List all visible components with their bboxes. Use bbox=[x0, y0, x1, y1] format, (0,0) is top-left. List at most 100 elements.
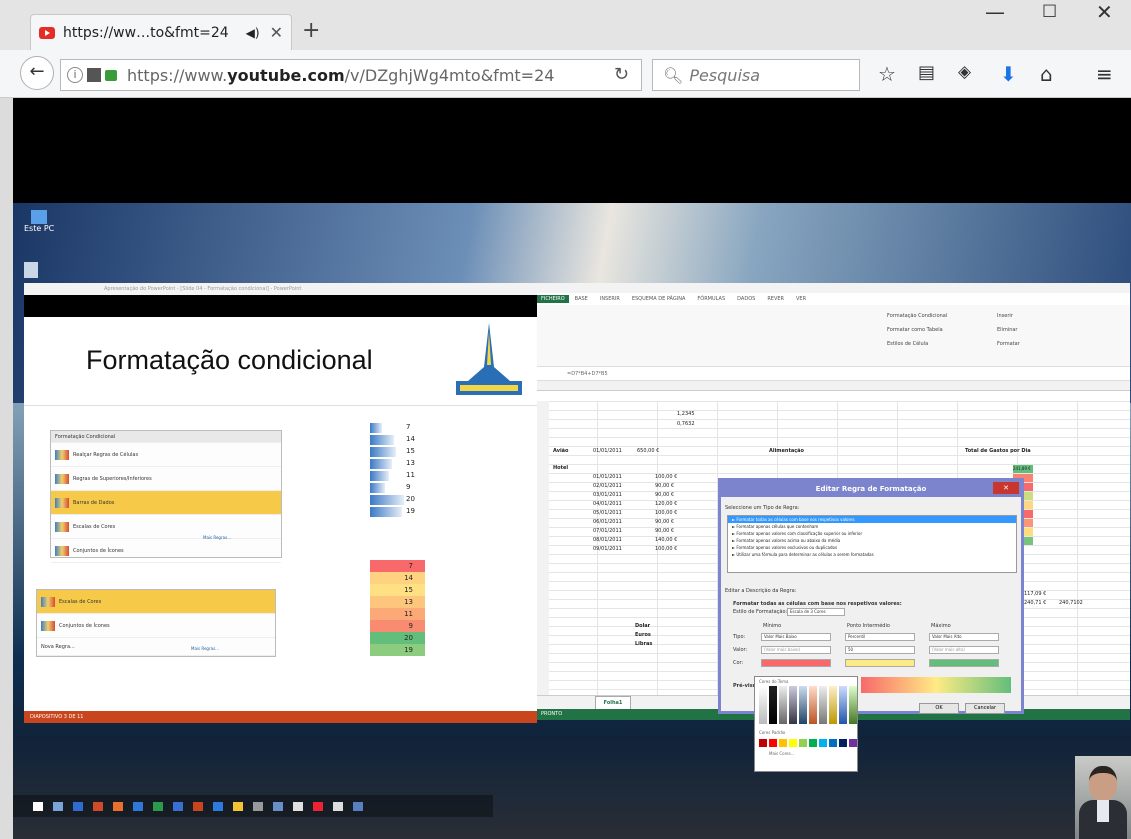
style-select[interactable]: Escala de 3 Cores bbox=[787, 608, 845, 616]
cell[interactable]: Dolar bbox=[635, 623, 650, 629]
cell[interactable]: 90,00 € bbox=[655, 528, 674, 534]
cell[interactable]: 100,00 € bbox=[655, 510, 677, 516]
tab-home[interactable]: BASE bbox=[575, 296, 588, 302]
cell[interactable]: 140,00 € bbox=[655, 537, 677, 543]
taskbar-app-icon[interactable] bbox=[353, 801, 363, 811]
cond-format-button[interactable]: Formatação Condicional bbox=[887, 313, 947, 319]
taskbar-app-icon[interactable] bbox=[153, 801, 163, 811]
cell[interactable]: 90,00 € bbox=[655, 492, 674, 498]
rule-type-item[interactable]: ► Formatar todas as células com base nos… bbox=[728, 516, 1016, 523]
window-close-icon[interactable]: ✕ bbox=[1096, 0, 1113, 24]
cell[interactable]: 100,00 € bbox=[655, 474, 677, 480]
rule-type-item[interactable]: ► Formatar apenas valores acima ou abaix… bbox=[728, 537, 1016, 544]
cell[interactable]: 08/01/2011 bbox=[593, 537, 622, 543]
cell[interactable]: 1,2345 bbox=[677, 411, 695, 417]
menu-item-colorscales-2[interactable]: Escalas de Cores bbox=[37, 590, 275, 614]
tab-data[interactable]: DADOS bbox=[737, 296, 755, 302]
green-cell[interactable]: 241,89 € bbox=[1013, 465, 1033, 473]
speaker-icon[interactable]: ◀) bbox=[246, 26, 260, 40]
maximize-icon[interactable]: ☐ bbox=[1042, 2, 1057, 22]
cell[interactable]: 120,00 € bbox=[655, 501, 677, 507]
cell[interactable]: 05/01/2011 bbox=[593, 510, 622, 516]
menu-item-newrule[interactable]: Nova Regra... bbox=[37, 638, 275, 656]
taskbar-app-icon[interactable] bbox=[173, 801, 183, 811]
rule-type-item[interactable]: ► Utilizar uma fórmula para determinar a… bbox=[728, 551, 1016, 558]
taskbar-app-icon[interactable] bbox=[53, 801, 63, 811]
cell[interactable]: Euros bbox=[635, 632, 651, 638]
insert-button[interactable]: Inserir bbox=[997, 313, 1013, 319]
cell[interactable]: 90,00 € bbox=[655, 519, 674, 525]
formula-bar[interactable]: =D7*B4+D7*B5 bbox=[537, 367, 1130, 381]
menu-icon[interactable]: ≡ bbox=[1096, 62, 1113, 86]
max-value-input[interactable]: (Valor mais alto) bbox=[929, 646, 999, 654]
mid-value-input[interactable]: 50 bbox=[845, 646, 915, 654]
tab-review[interactable]: REVER bbox=[767, 296, 784, 302]
cell[interactable]: 240,71 € bbox=[1024, 600, 1046, 606]
cell[interactable]: 01/01/2011 bbox=[593, 448, 622, 454]
max-color-picker[interactable] bbox=[929, 659, 999, 667]
cell[interactable]: Alimentação bbox=[769, 448, 804, 454]
menu-item-colorscales[interactable]: Escalas de Cores bbox=[51, 515, 281, 539]
cell[interactable]: 06/01/2011 bbox=[593, 519, 622, 525]
min-color-picker[interactable] bbox=[761, 659, 831, 667]
cell[interactable]: 650,00 € bbox=[637, 448, 659, 454]
taskbar-app-icon[interactable] bbox=[293, 801, 303, 811]
taskbar-app-icon[interactable] bbox=[213, 801, 223, 811]
standard-color-row[interactable] bbox=[759, 739, 857, 747]
delete-button[interactable]: Eliminar bbox=[997, 327, 1018, 333]
cell[interactable]: 240,7102 bbox=[1059, 600, 1083, 606]
taskbar-app-icon[interactable] bbox=[193, 801, 203, 811]
start-icon[interactable] bbox=[33, 801, 43, 811]
menu-item-iconsets-2[interactable]: Conjuntos de Ícones bbox=[37, 614, 275, 638]
taskbar-app-icon[interactable] bbox=[73, 801, 83, 811]
menu-item-highlight[interactable]: Realçar Regras de Células bbox=[51, 443, 281, 467]
format-table-button[interactable]: Formatar como Tabela bbox=[887, 327, 943, 333]
download-icon[interactable]: ⬇ bbox=[1000, 62, 1017, 86]
rule-type-item[interactable]: ► Formatar apenas valores exclusivos ou … bbox=[728, 544, 1016, 551]
cell[interactable]: Libras bbox=[635, 641, 652, 647]
more-rules-link[interactable]: Mais Regras... bbox=[203, 535, 231, 540]
cell[interactable]: 02/01/2011 bbox=[593, 483, 622, 489]
cell[interactable]: Avião bbox=[553, 448, 568, 454]
cell[interactable]: 0,7632 bbox=[677, 421, 695, 427]
tab-insert[interactable]: INSERIR bbox=[600, 296, 620, 302]
cell[interactable]: 04/01/2011 bbox=[593, 501, 622, 507]
more-rules-link-2[interactable]: Mais Regras... bbox=[191, 646, 219, 651]
minimize-icon[interactable]: — bbox=[985, 0, 1005, 24]
cell[interactable]: 100,00 € bbox=[655, 546, 677, 552]
taskbar-app-icon[interactable] bbox=[253, 801, 263, 811]
cell[interactable]: 117,09 € bbox=[1024, 591, 1046, 597]
tab-formulas[interactable]: FÓRMULAS bbox=[697, 296, 725, 302]
mid-color-picker[interactable] bbox=[845, 659, 915, 667]
tab-file[interactable]: FICHEIRO bbox=[537, 295, 569, 303]
home-icon[interactable]: ⌂ bbox=[1040, 62, 1053, 86]
desktop-icon-recycle[interactable] bbox=[24, 262, 38, 278]
bookmark-star-icon[interactable]: ☆ bbox=[878, 62, 896, 86]
ok-button[interactable]: OK bbox=[919, 703, 959, 714]
menu-item-databars[interactable]: Barras de Dados bbox=[51, 491, 281, 515]
rule-type-list[interactable]: ► Formatar todas as células com base nos… bbox=[727, 515, 1017, 573]
cell-styles-button[interactable]: Estilos de Célula bbox=[887, 341, 928, 347]
search-box[interactable]: 🔍︎ Pesquisa bbox=[652, 59, 860, 91]
cell[interactable]: 01/01/2011 bbox=[593, 474, 622, 480]
more-colors-link[interactable]: Mais Cores... bbox=[755, 749, 857, 758]
dialog-close-button[interactable]: ✕ bbox=[993, 482, 1019, 494]
min-type-select[interactable]: Valor Mais Baixo bbox=[761, 633, 831, 641]
cell[interactable]: 03/01/2011 bbox=[593, 492, 622, 498]
taskbar-app-icon[interactable] bbox=[93, 801, 103, 811]
cell[interactable]: 07/01/2011 bbox=[593, 528, 622, 534]
theme-color-grid[interactable] bbox=[759, 686, 857, 724]
info-icon[interactable]: i bbox=[67, 67, 83, 83]
cell[interactable]: Hotel bbox=[553, 465, 568, 471]
taskbar-app-icon[interactable] bbox=[333, 801, 343, 811]
max-type-select[interactable]: Valor Mais Alto bbox=[929, 633, 999, 641]
tab-view[interactable]: VER bbox=[796, 296, 806, 302]
new-tab-button[interactable]: + bbox=[302, 18, 320, 43]
browser-tab[interactable]: https://ww…to&fmt=24 ◀) ✕ bbox=[30, 14, 292, 50]
cell[interactable]: 09/01/2011 bbox=[593, 546, 622, 552]
url-bar[interactable]: i https://www.youtube.com/v/DZghjWg4mto&… bbox=[60, 59, 642, 91]
desktop-icon-pc[interactable]: Este PC bbox=[24, 210, 54, 233]
taskbar-app-icon[interactable] bbox=[233, 801, 243, 811]
pocket-icon[interactable]: ◈ bbox=[958, 62, 971, 82]
mid-type-select[interactable]: Percentil bbox=[845, 633, 915, 641]
